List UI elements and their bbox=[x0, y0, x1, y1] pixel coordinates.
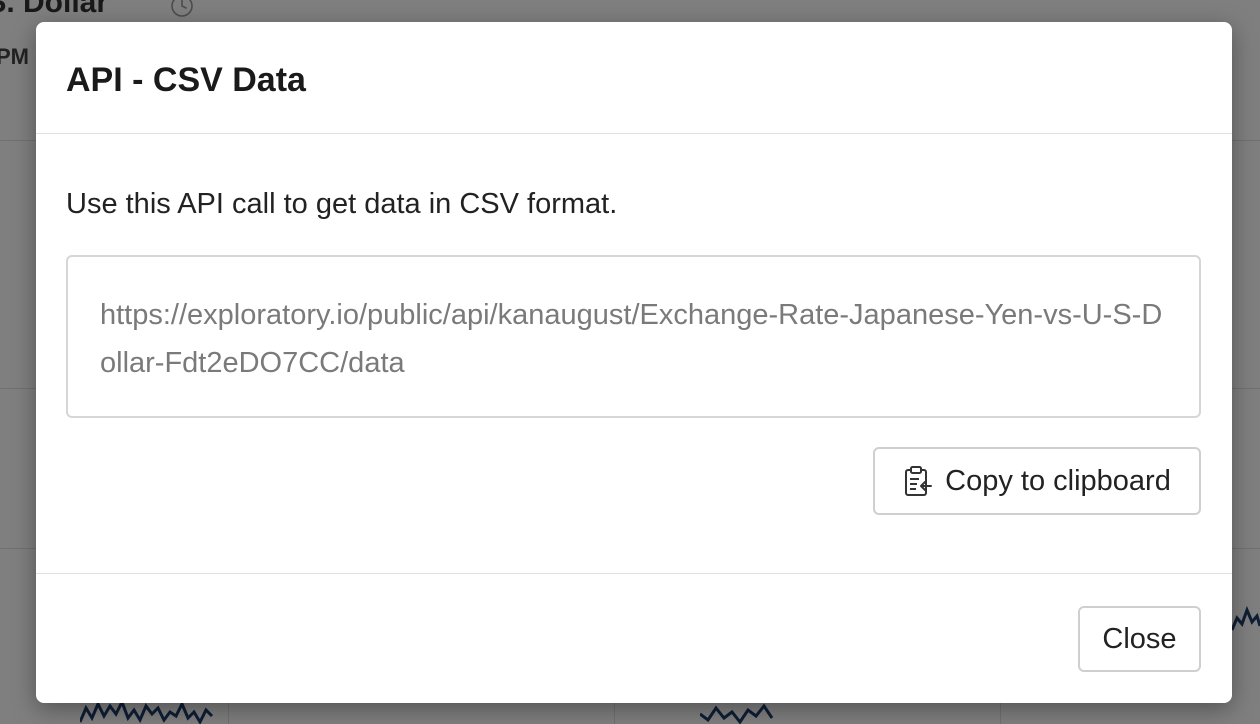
modal-footer: Close bbox=[36, 573, 1232, 703]
modal-body: Use this API call to get data in CSV for… bbox=[36, 134, 1232, 574]
copy-to-clipboard-label: Copy to clipboard bbox=[945, 464, 1171, 497]
modal-header: API - CSV Data bbox=[36, 22, 1232, 134]
modal-description: Use this API call to get data in CSV for… bbox=[66, 188, 618, 220]
clipboard-icon bbox=[905, 466, 933, 496]
close-button[interactable]: Close bbox=[1078, 606, 1201, 672]
api-csv-data-modal: API - CSV Data Use this API call to get … bbox=[36, 22, 1232, 703]
modal-title: API - CSV Data bbox=[66, 61, 306, 99]
copy-to-clipboard-button[interactable]: Copy to clipboard bbox=[873, 447, 1201, 515]
api-url-field[interactable]: https://exploratory.io/public/api/kanaug… bbox=[66, 255, 1201, 418]
